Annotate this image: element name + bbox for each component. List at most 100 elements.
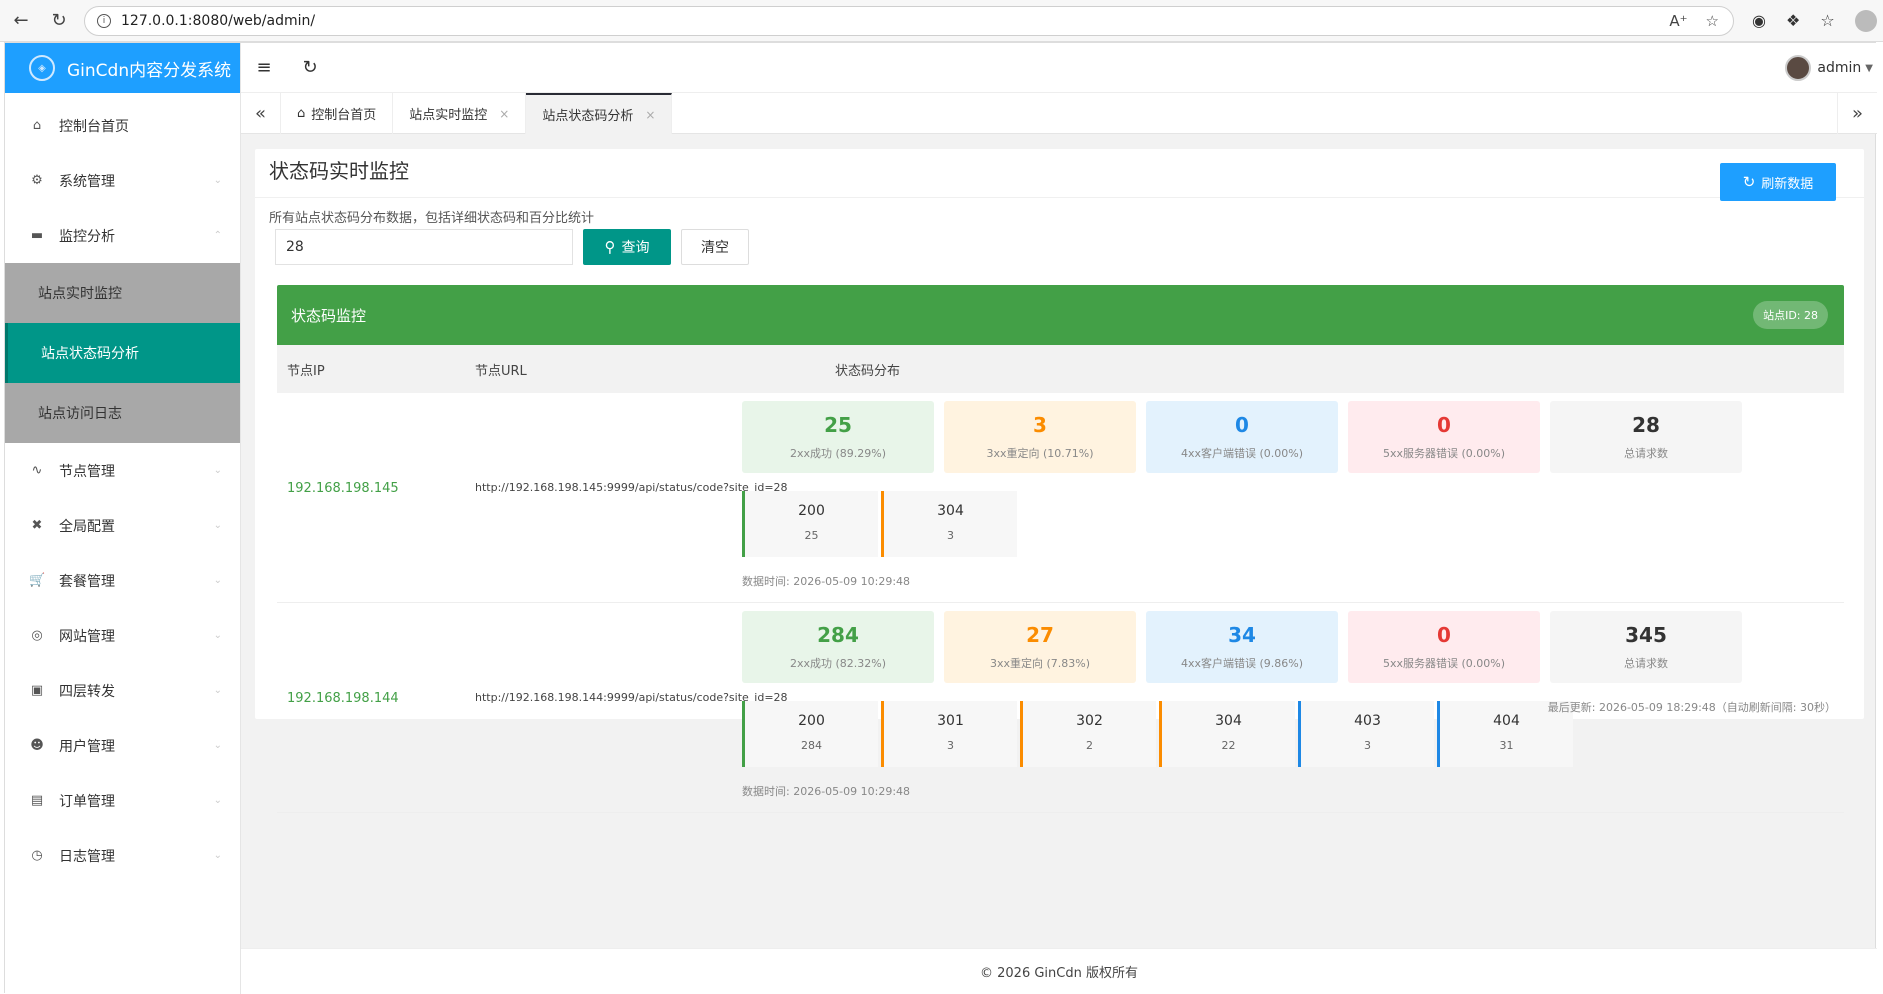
refresh-icon: ↻ [1742, 173, 1756, 191]
node-ip: 192.168.198.144 [287, 691, 399, 706]
tabs-scroll-left-icon[interactable]: « [241, 93, 281, 134]
url-text[interactable]: 127.0.0.1:8080/web/admin/ [121, 13, 1669, 29]
panel-header: 状态码监控 站点ID: 28 [277, 285, 1844, 345]
last-update-text: 最后更新: 2026-05-09 18:29:48（自动刷新间隔: 30秒） [1547, 701, 1836, 714]
chevron-down-icon: ⌄ [213, 465, 222, 476]
stat-total: 28 总请求数 [1550, 401, 1742, 473]
menu-toggle-icon[interactable]: ≡ [241, 43, 287, 93]
caret-down-icon: ▼ [1865, 62, 1873, 74]
chevron-down-icon: ⌄ [213, 520, 222, 531]
stat-3xx: 3 3xx重定向 (10.71%) [944, 401, 1136, 473]
chevron-down-icon: ⌄ [213, 850, 222, 861]
code-chip-304: 304 22 [1159, 701, 1295, 767]
clock-icon: ◷ [31, 848, 43, 863]
chevron-down-icon: ⌄ [213, 685, 222, 696]
stat-total: 345 总请求数 [1550, 611, 1742, 683]
stat-2xx: 25 2xx成功 (89.29%) [742, 401, 934, 473]
sidebar-subitem-status-code[interactable]: 站点状态码分析 [5, 323, 240, 383]
logo-icon: ◈ [29, 55, 55, 81]
code-chip-304: 304 3 [881, 491, 1017, 557]
top-header: ≡ ↻ admin ▼ [241, 43, 1877, 93]
code-chip-200: 200 284 [742, 701, 878, 767]
footer: © 2026 GinCdn 版权所有 [241, 948, 1877, 994]
table-header: 节点IP 节点URL 状态码分布 [277, 345, 1844, 393]
node-url: http://192.168.198.144:9999/api/status/c… [475, 691, 788, 704]
refresh-page-icon[interactable]: ↻ [287, 43, 333, 93]
sidebar-item-users[interactable]: ☻ 用户管理 ⌄ [5, 718, 240, 773]
chevron-down-icon: ⌄ [213, 795, 222, 806]
user-icon: ☻ [30, 738, 44, 753]
close-icon[interactable]: × [499, 107, 509, 121]
node-ip: 192.168.198.145 [287, 481, 399, 496]
tab-realtime-monitor[interactable]: 站点实时监控 × [393, 93, 527, 134]
sidebar-item-logs[interactable]: ◷ 日志管理 ⌄ [5, 828, 240, 883]
tab-status-code-analysis[interactable]: 站点状态码分析 × [526, 93, 673, 134]
stat-4xx: 0 4xx客户端错误 (0.00%) [1146, 401, 1338, 473]
address-bar[interactable]: i 127.0.0.1:8080/web/admin/ A⁺ ☆ [84, 5, 1734, 36]
code-chip-302: 302 2 [1020, 701, 1156, 767]
brand-header: ◈ GinCdn内容分发系统 [5, 43, 240, 93]
clear-button[interactable]: 清空 [681, 229, 749, 265]
sidebar-item-orders[interactable]: ▤ 订单管理 ⌄ [5, 773, 240, 828]
admin-app: ◈ GinCdn内容分发系统 ⌂ 控制台首页 ⚙ 系统管理 ⌄ ▬ 监控分析 ⌃… [4, 42, 1877, 994]
data-timestamp: 数据时间: 2026-05-09 10:29:48 [742, 575, 911, 588]
status-code-card: 状态码实时监控 ↻ 刷新数据 所有站点状态码分布数据，包括详细状态码和百分比统计… [255, 149, 1864, 813]
favorites-icon[interactable]: ☆ [1820, 11, 1834, 30]
refresh-data-button[interactable]: ↻ 刷新数据 [1720, 163, 1836, 201]
sidebar-item-l4-forward[interactable]: ▣ 四层转发 ⌄ [5, 663, 240, 718]
extensions-puzzle-icon[interactable]: ❖ [1786, 11, 1800, 30]
site-info-icon[interactable]: i [97, 13, 111, 28]
cart-icon: 🛒 [29, 573, 46, 588]
tools-icon: ✖ [31, 518, 43, 533]
sidebar-item-nodes[interactable]: ∿ 节点管理 ⌄ [5, 443, 240, 498]
tab-bar: « ⌂ 控制台首页 站点实时监控 × 站点状态码分析 × » [241, 93, 1877, 134]
tabs-scroll-right-icon[interactable]: » [1837, 93, 1877, 134]
column-header-url: 节点URL [475, 363, 527, 379]
code-chip-200: 200 25 [742, 491, 878, 557]
reload-icon[interactable]: ↻ [42, 4, 76, 38]
column-header-distribution: 状态码分布 [835, 363, 901, 379]
profile-avatar-icon[interactable] [1854, 9, 1877, 32]
query-button[interactable]: ⚲ 查询 [583, 229, 671, 265]
sidebar-item-packages[interactable]: 🛒 套餐管理 ⌄ [5, 553, 240, 608]
sidebar-item-dashboard[interactable]: ⌂ 控制台首页 [5, 98, 240, 153]
sidebar-item-websites[interactable]: ◎ 网站管理 ⌄ [5, 608, 240, 663]
extension-record-icon[interactable]: ◉ [1752, 11, 1766, 30]
sidebar-item-monitor[interactable]: ▬ 监控分析 ⌃ [5, 208, 240, 263]
favorite-star-icon[interactable]: ☆ [1706, 12, 1719, 30]
monitor-icon: ▬ [30, 228, 44, 243]
status-code-panel: 状态码监控 站点ID: 28 节点IP 节点URL 状态码分布 192.168.… [277, 285, 1844, 813]
column-header-ip: 节点IP [287, 363, 325, 379]
page-subtitle: 所有站点状态码分布数据，包括详细状态码和百分比统计 [269, 211, 595, 226]
browser-toolbar: ← ↻ i 127.0.0.1:8080/web/admin/ A⁺ ☆ ◉ ❖… [0, 0, 1883, 42]
tab-dashboard[interactable]: ⌂ 控制台首页 [281, 93, 394, 134]
data-timestamp: 数据时间: 2026-05-09 10:29:48 [742, 785, 911, 798]
brand-title: GinCdn内容分发系统 [67, 60, 232, 81]
globe-icon: ◎ [31, 628, 43, 643]
search-icon: ⚲ [604, 238, 616, 256]
sidebar-item-system[interactable]: ⚙ 系统管理 ⌄ [5, 153, 240, 208]
title-divider [255, 197, 1864, 198]
read-aloud-icon[interactable]: A⁺ [1669, 12, 1687, 30]
back-arrow-icon[interactable]: ← [4, 4, 38, 38]
sidebar-subitem-access-log[interactable]: 站点访问日志 [5, 383, 240, 443]
chevron-down-icon: ⌄ [213, 575, 222, 586]
stat-5xx: 0 5xx服务器错误 (0.00%) [1348, 611, 1540, 683]
user-menu[interactable]: admin ▼ [1785, 55, 1873, 81]
code-chip-403: 403 3 [1298, 701, 1434, 767]
sidebar-subitem-realtime[interactable]: 站点实时监控 [5, 263, 240, 323]
chevron-down-icon: ⌄ [213, 630, 222, 641]
site-id-badge: 站点ID: 28 [1753, 301, 1828, 329]
sidebar-item-global-config[interactable]: ✖ 全局配置 ⌄ [5, 498, 240, 553]
node-url: http://192.168.198.145:9999/api/status/c… [475, 481, 788, 494]
close-icon[interactable]: × [645, 108, 655, 122]
chevron-down-icon: ⌄ [213, 740, 222, 751]
stat-4xx: 34 4xx客户端错误 (9.86%) [1146, 611, 1338, 683]
username: admin [1817, 60, 1862, 76]
gear-icon: ⚙ [31, 173, 43, 188]
pulse-icon: ∿ [31, 463, 43, 478]
avatar [1785, 55, 1812, 81]
chevron-down-icon: ⌄ [213, 175, 222, 186]
site-id-input[interactable]: 28 [275, 229, 573, 265]
table-row: 192.168.198.145 http://192.168.198.145:9… [277, 393, 1844, 603]
